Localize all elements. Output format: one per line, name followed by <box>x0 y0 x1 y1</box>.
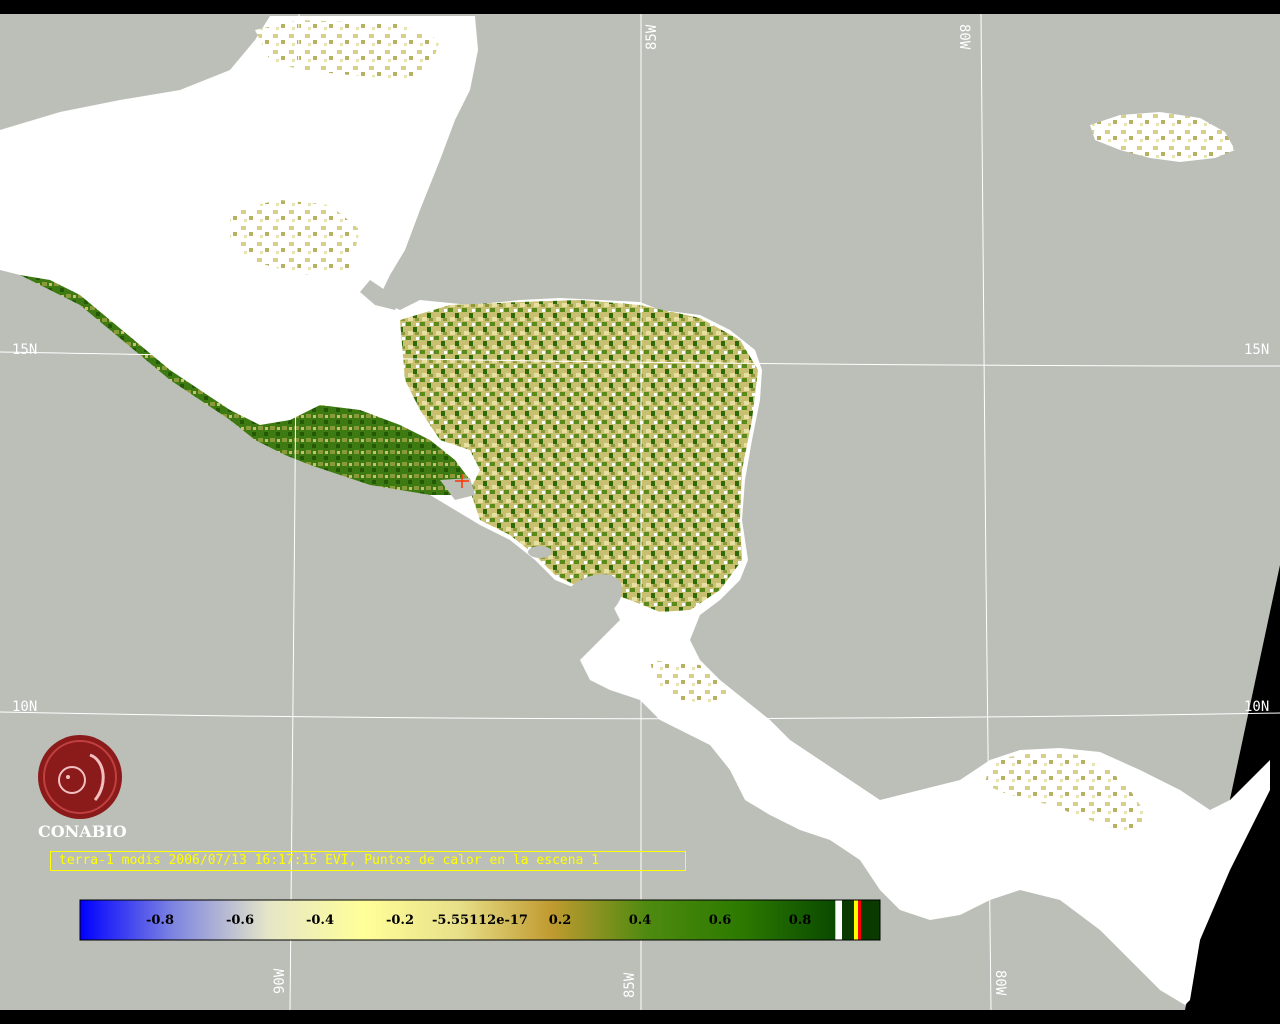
grid-label-15n-left: 15N <box>12 342 37 358</box>
grid-label-85w-bottom: 85W <box>622 972 638 998</box>
grid-label-10n-right: 10N <box>1244 699 1269 715</box>
grid-label-90w-bottom: 90W <box>272 968 288 994</box>
colorbar-tick-label: -0.2 <box>386 913 414 928</box>
colorbar-hotspot-red-swatch <box>858 900 861 940</box>
colorbar-tick-label: -5.55112e-17 <box>432 913 528 928</box>
colorbar-end-swatch <box>861 900 880 940</box>
colorbar-tick-label: 0.4 <box>629 913 652 928</box>
colorbar-hotspot-swatch <box>854 900 858 940</box>
top-border <box>0 0 1280 14</box>
grid-label-10n-left: 10N <box>12 699 37 715</box>
colorbar-tick-label: 0.2 <box>549 913 572 928</box>
conabio-logo-text: CONABIO <box>38 822 127 841</box>
colorbar-ticks: -0.8 -0.6 -0.4 -0.2 -5.55112e-17 0.2 0.4 0.6 0.8 <box>146 913 811 928</box>
colorbar-tick-label: -0.8 <box>146 913 174 928</box>
colorbar-tick-label: 0.8 <box>789 913 812 928</box>
colorbar-tick-label: -0.4 <box>306 913 334 928</box>
colorbar: -0.8 -0.6 -0.4 -0.2 -5.55112e-17 0.2 0.4 0.6 0.8 <box>79 899 881 941</box>
grid-label-80w-bottom: 80W <box>992 970 1008 996</box>
lake-managua <box>528 546 552 558</box>
conabio-logo-emblem <box>38 735 122 819</box>
colorbar-tick-label: 0.6 <box>709 913 732 928</box>
evi-satellite-map: 15N 15N 10N 10N 85W 80W 90W 85W 80W -0.8… <box>0 0 1280 1024</box>
scene-caption: terra-1 modis 2006/07/13 16:17:15 EVI, P… <box>50 851 686 871</box>
colorbar-white-swatch <box>836 900 842 940</box>
colorbar-darkgreen-swatch <box>842 900 854 940</box>
bottom-border <box>0 1010 1280 1024</box>
colorbar-tick-label: -0.6 <box>226 913 254 928</box>
grid-label-80w-top: 80W <box>956 24 972 50</box>
grid-label-15n-right: 15N <box>1244 342 1269 358</box>
grid-label-85w-top: 85W <box>644 24 660 50</box>
